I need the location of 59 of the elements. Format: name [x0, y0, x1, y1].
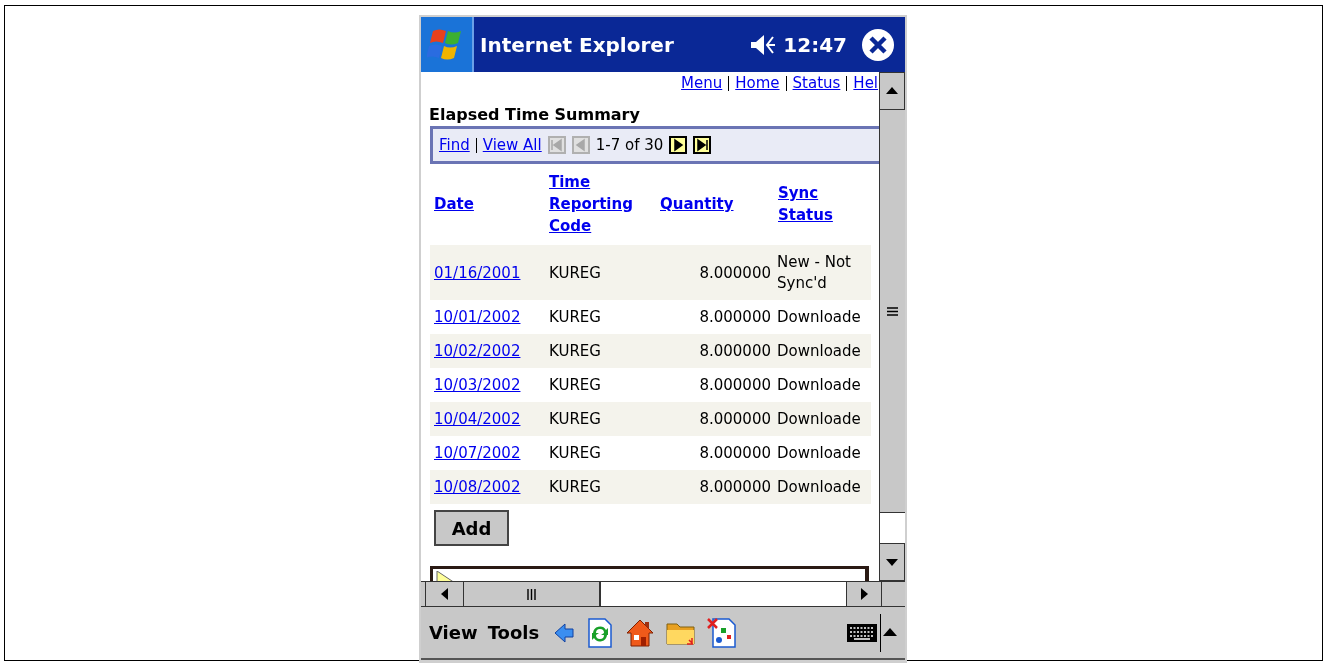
table-cell: KUREG [545, 470, 656, 504]
column-header[interactable]: Sync Status [778, 182, 871, 226]
vertical-scrollbar[interactable] [879, 72, 905, 581]
date-link[interactable]: 10/07/2002 [434, 444, 521, 462]
scroll-left-icon[interactable] [440, 588, 449, 600]
horizontal-scrollbar[interactable] [425, 582, 882, 606]
table-cell: KUREG [545, 402, 656, 436]
menu-item[interactable]: View [429, 622, 478, 643]
table-cell-text: KUREG [548, 307, 602, 328]
table-cell: 8.000000 [656, 470, 774, 504]
page-heading: Elapsed Time Summary [429, 104, 641, 125]
column-header[interactable]: Quantity [660, 193, 734, 215]
table-cell: 8.000000 [656, 334, 774, 368]
table-cell-text: 8.000000 [698, 307, 772, 328]
last-page-button[interactable] [693, 136, 712, 154]
table-cell: Downloade [774, 470, 871, 504]
back-arrow-icon[interactable] [553, 621, 576, 644]
table-cell-text: KUREG [548, 375, 602, 396]
table-cell: KUREG [545, 334, 656, 368]
add-button[interactable]: Add [434, 510, 509, 546]
scroll-down-icon[interactable] [886, 558, 898, 566]
nav-link[interactable]: Menu [681, 74, 723, 92]
table-cell: New - Not Sync'd [774, 245, 871, 300]
home-icon[interactable] [625, 617, 656, 648]
up-arrow-icon[interactable] [883, 628, 897, 637]
nav-link[interactable]: Status [792, 74, 841, 92]
table-cell-text: Downloade [776, 442, 862, 464]
date-link[interactable]: 10/03/2002 [434, 376, 521, 394]
nav-link[interactable]: Home [735, 74, 780, 92]
grip-icon [887, 306, 898, 316]
clock-time[interactable]: 12:47 [783, 32, 847, 57]
table-cell: 8.000000 [656, 245, 774, 300]
table-cell-text: Downloade [776, 374, 862, 396]
grip-icon [527, 588, 536, 600]
pager-link[interactable]: Find [439, 136, 470, 154]
table-cell-text: KUREG [548, 443, 602, 464]
table-cell: KUREG [545, 245, 656, 300]
table-cell-text: 8.000000 [698, 443, 772, 464]
date-link[interactable]: 10/01/2002 [434, 308, 521, 326]
speaker-icon[interactable] [749, 32, 778, 57]
scroll-up-icon[interactable] [886, 87, 898, 95]
scroll-right-icon[interactable] [860, 588, 868, 600]
window-title: Internet Explorer [480, 32, 675, 57]
scroll-thumb[interactable] [464, 582, 601, 606]
table-cell: Downloade [774, 334, 871, 368]
pager-link[interactable]: View All [482, 136, 542, 154]
menu-item[interactable]: Tools [487, 622, 540, 643]
table-cell: 8.000000 [656, 402, 774, 436]
scroll-thumb[interactable] [880, 110, 905, 513]
column-header[interactable]: Time Reporting Code [549, 171, 656, 237]
column-header[interactable]: Date [434, 193, 474, 215]
table-cell: Downloade [774, 402, 871, 436]
page-range: 1-7 of 30 [595, 136, 664, 154]
table-cell-text: 8.000000 [698, 375, 772, 396]
table-cell-text: Downloade [776, 306, 862, 328]
close-icon[interactable] [861, 27, 895, 62]
next-page-button[interactable] [669, 136, 688, 154]
nav-link[interactable]: Hel [853, 74, 879, 92]
document-icon[interactable] [707, 616, 738, 649]
